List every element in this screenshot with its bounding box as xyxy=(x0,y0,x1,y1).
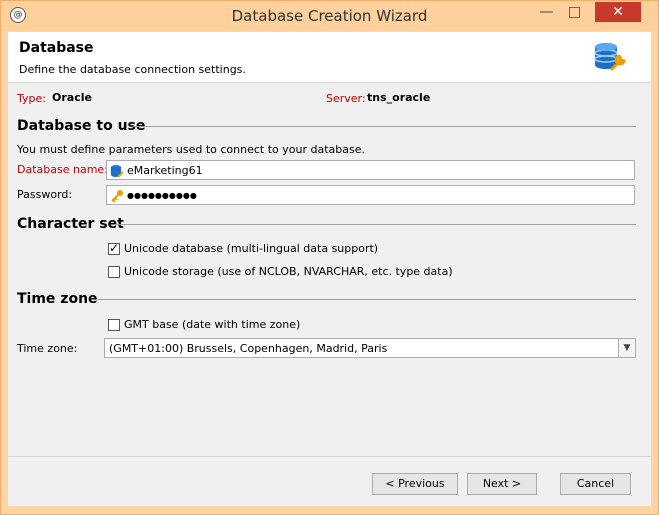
footer-separator xyxy=(8,456,651,457)
db-name-label: Database name: xyxy=(17,163,108,176)
maximize-button[interactable]: □ xyxy=(561,2,588,22)
type-label: Type: xyxy=(17,92,46,105)
cancel-button[interactable]: Cancel xyxy=(560,473,631,495)
database-wrench-icon xyxy=(594,43,626,72)
server-value: tns_oracle xyxy=(367,91,431,104)
separator xyxy=(97,299,636,300)
wizard-header: Database Define the database connection … xyxy=(8,32,651,83)
password-label: Password: xyxy=(17,188,73,201)
wizard-content: Database Define the database connection … xyxy=(8,32,651,506)
section-title-charset: Character set xyxy=(17,216,124,232)
section-title-timezone: Time zone xyxy=(17,291,98,307)
previous-button[interactable]: < Previous xyxy=(372,473,458,495)
minimize-button[interactable]: — xyxy=(533,2,560,22)
password-field[interactable]: ●●●●●●●●●● xyxy=(106,185,635,205)
unicode-storage-checkbox[interactable] xyxy=(108,266,120,278)
db-name-field[interactable]: eMarketing61 xyxy=(106,160,635,180)
chevron-down-icon[interactable]: ▼ xyxy=(618,339,635,357)
type-value: Oracle xyxy=(52,91,92,104)
gmt-base-checkbox[interactable] xyxy=(108,319,120,331)
section-title-database: Database to use xyxy=(17,118,146,134)
wizard-window: @ Database Creation Wizard — □ ✕ Databas… xyxy=(0,0,659,515)
page-subtitle: Define the database connection settings. xyxy=(19,63,246,76)
separator xyxy=(133,126,636,127)
gmt-base-label: GMT base (date with time zone) xyxy=(124,318,301,331)
timezone-value: (GMT+01:00) Brussels, Copenhagen, Madrid… xyxy=(109,342,388,355)
timezone-select[interactable]: (GMT+01:00) Brussels, Copenhagen, Madrid… xyxy=(104,338,636,358)
timezone-label: Time zone: xyxy=(17,342,78,355)
password-value: ●●●●●●●●●● xyxy=(127,191,197,200)
page-title: Database xyxy=(19,40,94,56)
key-icon xyxy=(111,190,123,203)
next-button[interactable]: Next > xyxy=(467,473,537,495)
server-label: Server: xyxy=(326,92,366,105)
database-small-icon xyxy=(111,165,124,178)
unicode-database-checkbox[interactable] xyxy=(108,241,120,255)
db-description: You must define parameters used to conne… xyxy=(17,143,365,156)
unicode-storage-label: Unicode storage (use of NCLOB, NVARCHAR,… xyxy=(124,265,453,278)
unicode-database-label: Unicode database (multi-lingual data sup… xyxy=(124,242,379,255)
separator xyxy=(114,224,636,225)
db-name-value: eMarketing61 xyxy=(127,164,203,177)
title-bar: @ Database Creation Wizard — □ ✕ xyxy=(1,1,658,31)
close-button[interactable]: ✕ xyxy=(595,2,641,22)
